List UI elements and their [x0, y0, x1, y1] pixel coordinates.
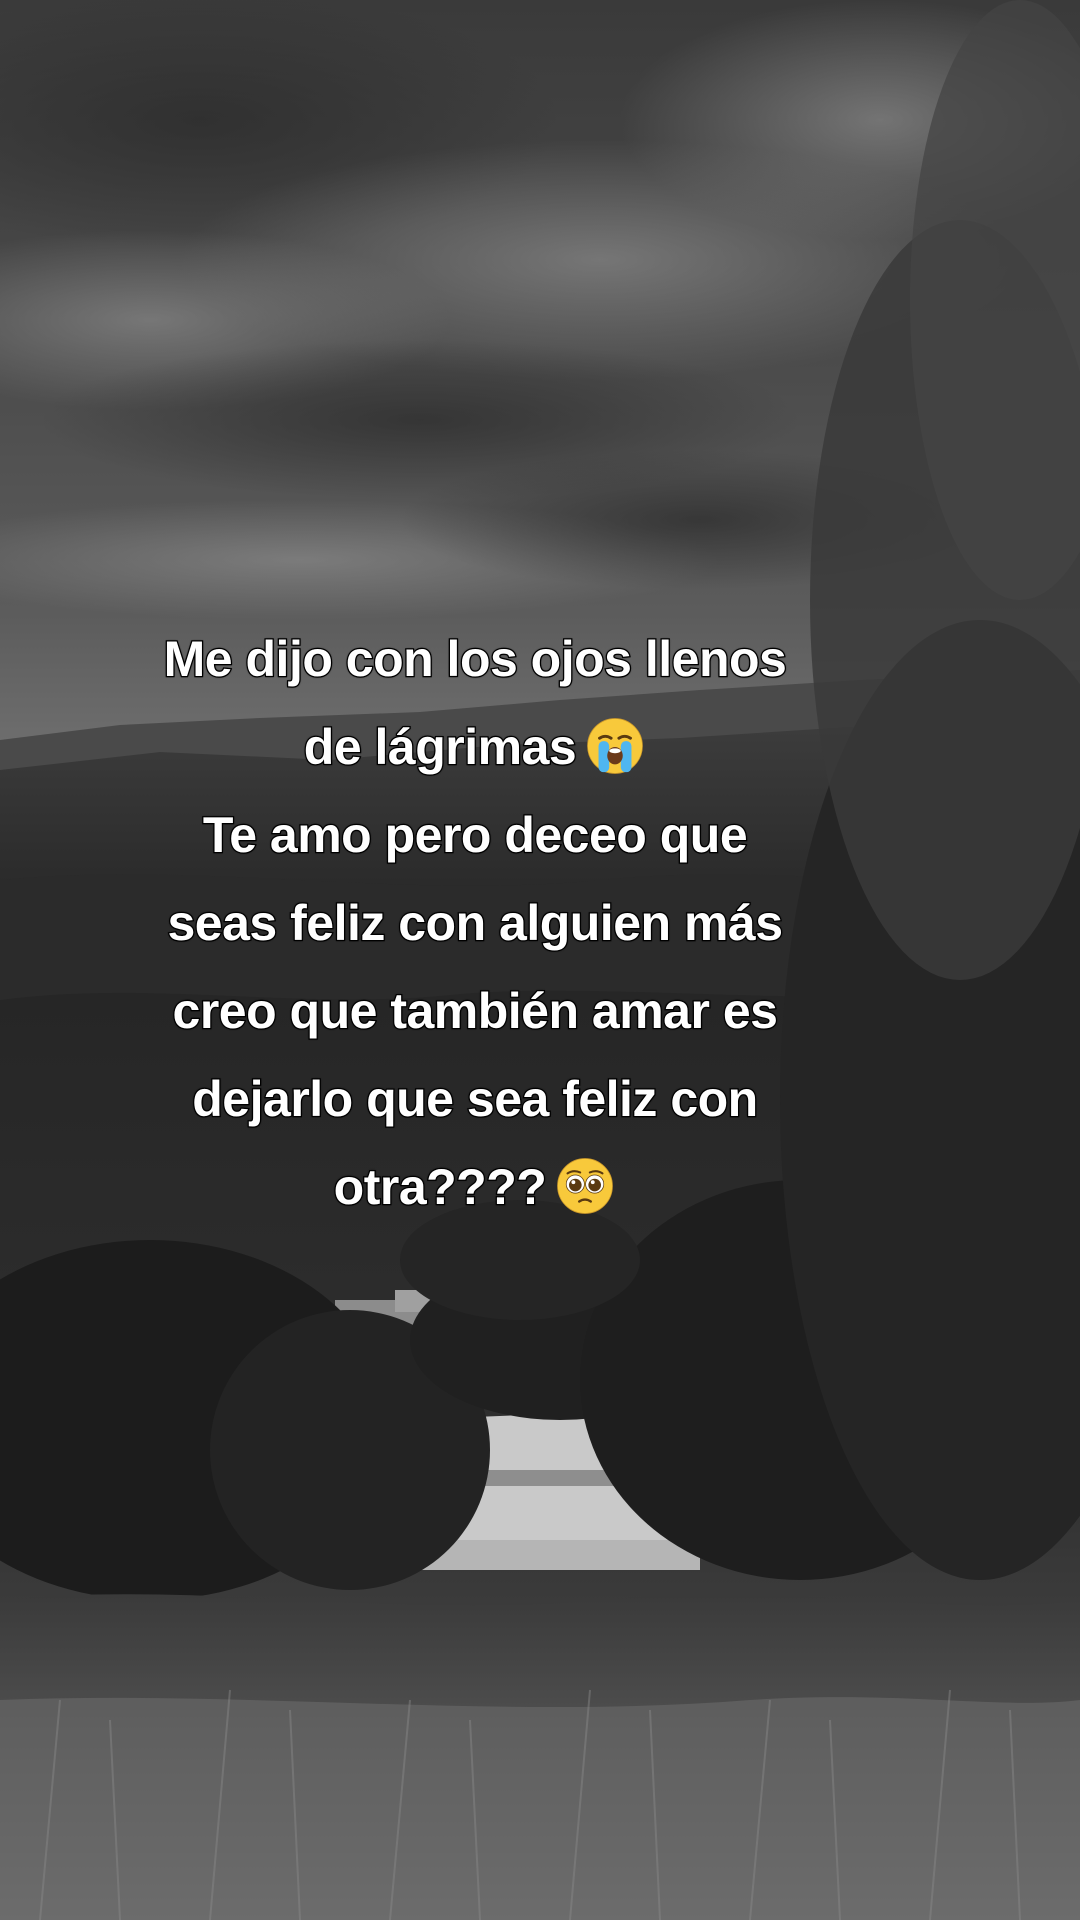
caption-line-7: otra???? [60, 1143, 890, 1231]
caption-line-2-text: de lágrimas [303, 718, 578, 777]
caption-line-3: Te amo pero deceo que [202, 806, 749, 865]
caption-line-1: Me dijo con los ojos llenos [162, 630, 788, 689]
caption-text: Me dijo con los ojos llenos de lágrimas … [60, 615, 890, 1231]
loudly-crying-face-icon [587, 717, 644, 774]
video-frame: Me dijo con los ojos llenos de lágrimas … [0, 0, 1080, 1920]
caption-line-5: creo que también amar es [171, 982, 779, 1041]
caption-line-4: seas feliz con alguien más [166, 894, 784, 953]
caption-line-6: dejarlo que sea feliz con [191, 1070, 759, 1129]
caption-line-2: de lágrimas [60, 703, 890, 791]
caption-line-7-text: otra???? [332, 1158, 548, 1217]
pleading-face-icon [557, 1157, 614, 1214]
